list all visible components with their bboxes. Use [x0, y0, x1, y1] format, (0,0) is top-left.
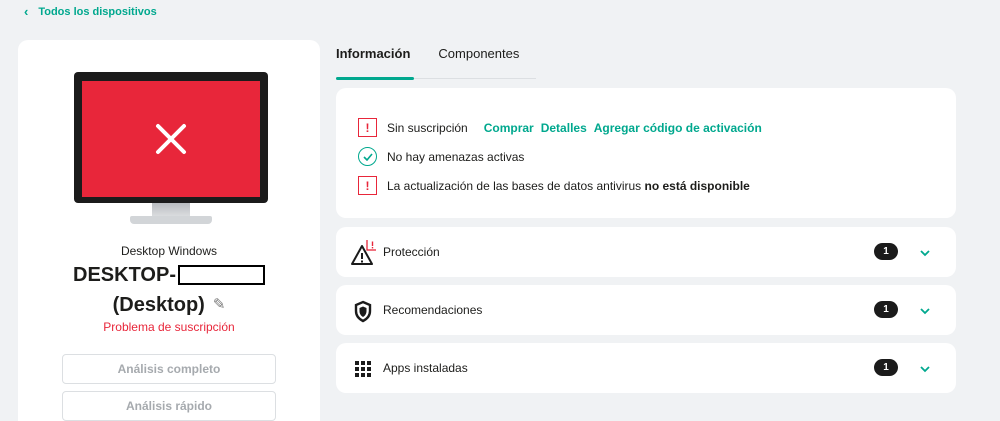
- monitor-base: [130, 216, 212, 224]
- section-recommendations[interactable]: Recomendaciones 1: [336, 285, 956, 335]
- tab-bar: Información Componentes: [336, 46, 519, 70]
- details-link[interactable]: Detalles: [541, 121, 587, 135]
- warning-box-icon: !: [358, 118, 377, 137]
- threats-status-row: No hay amenazas activas: [358, 147, 524, 166]
- section-label: Protección: [383, 245, 440, 259]
- chevron-down-icon[interactable]: [918, 362, 932, 376]
- subscription-status-text: Sin suscripción: [387, 120, 468, 135]
- chevron-left-icon: ‹: [24, 4, 29, 19]
- device-card: Desktop Windows DESKTOP- (Desktop) ✎ Pro…: [18, 40, 320, 421]
- back-to-all-devices-link[interactable]: ‹ Todos los dispositivos: [24, 4, 157, 19]
- section-label: Recomendaciones: [383, 303, 483, 317]
- chevron-down-icon[interactable]: [918, 304, 932, 318]
- monitor-bezel: [74, 72, 268, 203]
- count-badge: 1: [874, 301, 898, 318]
- device-name-suffix: (Desktop): [112, 294, 205, 316]
- pencil-edit-icon[interactable]: ✎: [213, 290, 226, 320]
- device-type: Desktop Windows: [120, 244, 218, 258]
- status-card: ! Sin suscripción Comprar Detalles Agreg…: [336, 88, 956, 218]
- update-status-row: ! La actualización de las bases de datos…: [358, 176, 750, 195]
- subscription-status-row: ! Sin suscripción Comprar Detalles Agreg…: [358, 118, 762, 137]
- count-badge: 1: [874, 359, 898, 376]
- check-circle-icon: [358, 147, 377, 166]
- warning-box-icon: !: [358, 176, 377, 195]
- monitor-illustration: [74, 70, 268, 230]
- section-protection[interactable]: Protección 1: [336, 227, 956, 277]
- device-name: DESKTOP- (Desktop) ✎: [18, 260, 320, 320]
- update-status-bold: no está disponible: [644, 178, 750, 193]
- add-activation-code-link[interactable]: Agregar código de activación: [594, 121, 762, 135]
- threats-status-text: No hay amenazas activas: [387, 149, 525, 164]
- quick-scan-button[interactable]: Análisis rápido: [62, 391, 276, 421]
- subscription-problem-text: Problema de suscripción: [103, 320, 235, 334]
- section-installed-apps[interactable]: Apps instaladas 1: [336, 343, 956, 393]
- device-name-prefix: DESKTOP-: [73, 264, 176, 286]
- update-status-text: La actualización de las bases de datos a…: [387, 178, 642, 193]
- active-tab-indicator: [336, 77, 414, 80]
- count-badge: 1: [874, 243, 898, 260]
- buy-link[interactable]: Comprar: [484, 121, 534, 135]
- tab-information[interactable]: Información: [336, 46, 410, 70]
- chevron-down-icon[interactable]: [918, 246, 932, 260]
- tab-components[interactable]: Componentes: [438, 46, 519, 70]
- redacted-name: [177, 265, 265, 285]
- full-scan-button[interactable]: Análisis completo: [62, 354, 276, 384]
- apps-grid-icon: [355, 361, 371, 377]
- back-link-label: Todos los dispositivos: [38, 5, 157, 18]
- warning-triangle-icon: [351, 240, 376, 265]
- error-x-icon: [156, 124, 186, 154]
- monitor-screen: [82, 81, 260, 197]
- shield-icon: [354, 300, 372, 323]
- section-label: Apps instaladas: [383, 361, 468, 375]
